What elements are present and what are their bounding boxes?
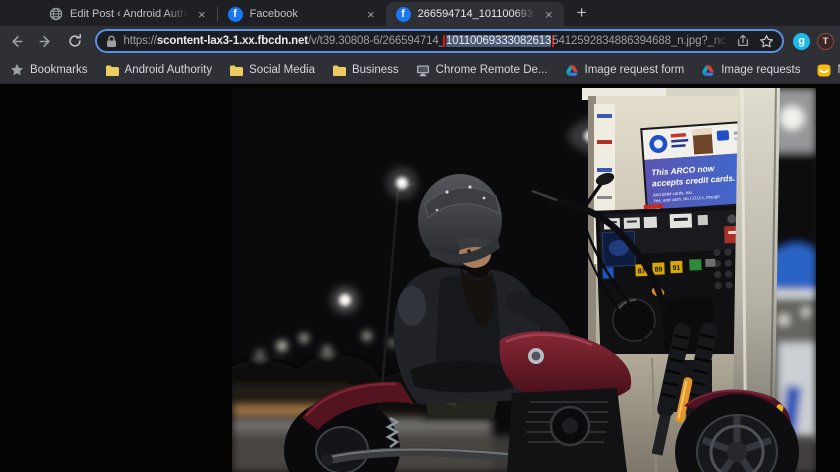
new-tab-button[interactable]: + bbox=[570, 1, 594, 25]
bookmark-item-business[interactable]: Business bbox=[332, 64, 399, 77]
toolbar: https://scontent-lax3-1.xx.fbcdn.net/v/t… bbox=[0, 26, 840, 56]
url-highlighted-id: 10110069333082613 bbox=[446, 35, 551, 47]
svg-text:89: 89 bbox=[655, 266, 663, 273]
browser-window: Edit Post ‹ Android Authority — W × f Fa… bbox=[0, 0, 840, 472]
page-content: This ARCO now accepts credit cards. And … bbox=[0, 84, 840, 472]
bookmark-item-chrome-remote[interactable]: Chrome Remote De... bbox=[416, 64, 548, 77]
url-path: /v/t39.30808-6/266594714_ bbox=[308, 35, 445, 47]
tab-strip: Edit Post ‹ Android Authority — W × f Fa… bbox=[0, 0, 840, 26]
bookmark-item-bookmarks[interactable]: Bookmarks bbox=[10, 63, 88, 77]
bookmark-item-image-request-form[interactable]: Image request form bbox=[565, 64, 685, 77]
bookmark-item-nicehash[interactable]: NiceHash bbox=[817, 64, 840, 77]
svg-text:91: 91 bbox=[672, 265, 680, 272]
lock-icon bbox=[106, 35, 117, 48]
tab-title: Facebook bbox=[250, 8, 357, 20]
monitor-icon bbox=[416, 64, 430, 77]
bookmarks-bar: Bookmarks Android Authority Social Media… bbox=[0, 56, 840, 84]
profile-avatar[interactable]: T bbox=[817, 33, 834, 50]
tab-edit-post[interactable]: Edit Post ‹ Android Authority — W × bbox=[38, 2, 217, 26]
bookmark-item-image-requests[interactable]: Image requests bbox=[701, 64, 800, 77]
bookmark-item-android-authority[interactable]: Android Authority bbox=[105, 64, 213, 77]
bookmark-item-social-media[interactable]: Social Media bbox=[229, 64, 315, 77]
drive-icon bbox=[701, 64, 715, 77]
photo-motorcycle-gas-station: This ARCO now accepts credit cards. And … bbox=[232, 88, 816, 472]
folder-icon bbox=[105, 64, 119, 77]
extension-icon[interactable]: g bbox=[793, 33, 810, 50]
tab-image-active[interactable]: f 266594714_10110069333082613 × bbox=[386, 2, 564, 26]
tab-facebook[interactable]: f Facebook × bbox=[218, 2, 386, 26]
tab-title: 266594714_10110069333082613 bbox=[418, 8, 535, 20]
forward-button[interactable] bbox=[34, 29, 58, 53]
facebook-icon: f bbox=[396, 7, 411, 22]
tab-title: Edit Post ‹ Android Authority — W bbox=[70, 8, 188, 20]
facebook-icon: f bbox=[228, 7, 243, 22]
url-scheme: https:// bbox=[124, 35, 157, 47]
folder-icon bbox=[229, 64, 243, 77]
url-bar[interactable]: https://scontent-lax3-1.xx.fbcdn.net/v/t… bbox=[95, 29, 785, 53]
folder-icon bbox=[332, 64, 346, 77]
url-domain: scontent-lax3-1.xx.fbcdn.net bbox=[157, 35, 308, 47]
url-text: https://scontent-lax3-1.xx.fbcdn.net/v/t… bbox=[124, 35, 731, 47]
close-icon[interactable]: × bbox=[364, 7, 378, 22]
bookmark-star-icon[interactable] bbox=[759, 34, 774, 49]
close-icon[interactable]: × bbox=[542, 7, 556, 22]
back-button[interactable] bbox=[5, 29, 29, 53]
share-icon[interactable] bbox=[736, 34, 750, 48]
close-icon[interactable]: × bbox=[195, 7, 209, 22]
nicehash-icon bbox=[817, 64, 831, 77]
reload-button[interactable] bbox=[63, 29, 87, 53]
url-path-tail: 5412592834886394688_n.jpg?_nc_cat=110&cc… bbox=[552, 35, 730, 47]
star-icon bbox=[10, 63, 24, 77]
drive-icon bbox=[565, 64, 579, 77]
omnibox-actions bbox=[736, 34, 774, 49]
globe-icon bbox=[48, 7, 63, 22]
